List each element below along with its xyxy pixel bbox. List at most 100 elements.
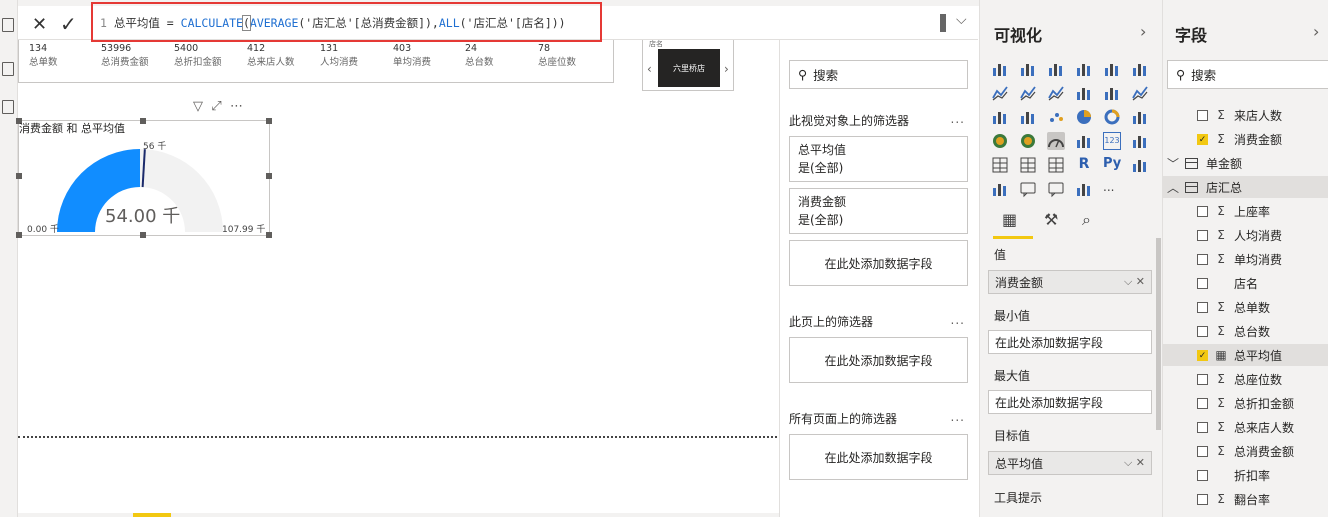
qa-visual-icon[interactable] (1019, 180, 1037, 198)
field-row[interactable]: ✓ Σ 消费金额 (1163, 128, 1328, 150)
filter-icon[interactable]: ▽ (193, 99, 203, 114)
field-checkbox[interactable] (1197, 301, 1208, 313)
filled-map-visual-icon[interactable] (1019, 132, 1037, 150)
python-visual-visual-icon[interactable]: Py (1103, 156, 1121, 174)
field-row[interactable]: Σ 总折扣金额 (1163, 392, 1328, 414)
min-well-dropzone[interactable]: 在此处添加数据字段 (988, 330, 1152, 354)
stacked-column-visual-icon[interactable] (1019, 60, 1037, 78)
field-row[interactable]: Σ 来店人数 (1163, 104, 1328, 126)
field-row[interactable]: Σ 总单数 (1163, 296, 1328, 318)
field-checkbox[interactable] (1197, 373, 1208, 385)
funnel-visual-icon[interactable] (1019, 108, 1037, 126)
field-checkbox[interactable] (1197, 421, 1208, 433)
value-well-field[interactable]: 消费金额 ⌵ ✕ (988, 270, 1152, 294)
field-row[interactable]: Σ 上座率 (1163, 200, 1328, 222)
field-checkbox[interactable] (1197, 229, 1208, 241)
field-checkbox[interactable] (1197, 277, 1208, 289)
field-checkbox[interactable] (1197, 109, 1208, 121)
add-field-dropzone[interactable]: 在此处添加数据字段 (789, 434, 968, 480)
field-table-row[interactable]: ﹀ 单金额 (1163, 152, 1328, 174)
ribbon-visual-icon[interactable] (1131, 84, 1149, 102)
field-row[interactable]: Σ 单均消费 (1163, 248, 1328, 270)
max-well-dropzone[interactable]: 在此处添加数据字段 (988, 390, 1152, 414)
commit-formula-icon[interactable]: ✓ (60, 12, 77, 36)
fields-tab-icon[interactable]: ▦ (1002, 210, 1017, 229)
matrix-visual-icon[interactable] (1047, 156, 1065, 174)
slicer-selected-item[interactable]: 六里桥店 (658, 49, 720, 87)
active-page-tab[interactable] (133, 513, 171, 517)
scatter-visual-icon[interactable] (1047, 108, 1065, 126)
slicer-visual-icon[interactable] (991, 156, 1009, 174)
field-checkbox[interactable] (1197, 205, 1208, 217)
stacked-bar-visual-icon[interactable] (991, 60, 1009, 78)
focus-mode-icon[interactable]: ⤢ (211, 99, 221, 114)
chevron-up-icon[interactable]: ︿ (1167, 179, 1181, 196)
field-checkbox[interactable] (1197, 325, 1208, 337)
field-checkbox[interactable] (1197, 445, 1208, 457)
field-row[interactable]: Σ 翻台率 (1163, 488, 1328, 510)
more-options-icon[interactable]: ... (951, 313, 965, 327)
report-view-icon[interactable] (2, 18, 14, 32)
chevron-down-icon[interactable]: ⌵ ✕ (1124, 456, 1145, 470)
field-row[interactable]: 折扣率 (1163, 464, 1328, 486)
add-field-dropzone[interactable]: 在此处添加数据字段 (789, 337, 968, 383)
filter-card[interactable]: 总平均值 是(全部) (789, 136, 968, 182)
field-row[interactable]: Σ 总台数 (1163, 320, 1328, 342)
data-view-icon[interactable] (2, 62, 14, 76)
more-options-icon[interactable]: ... (951, 112, 965, 126)
pie-visual-icon[interactable] (1075, 108, 1093, 126)
field-checkbox[interactable] (1197, 253, 1208, 265)
multi-card-visual[interactable]: 134 总单数 53996 总消费金额 5400 总折扣金额 412 总来店人数 131… (18, 40, 614, 83)
line-column-2-visual-icon[interactable] (1103, 84, 1121, 102)
cancel-formula-icon[interactable]: ✕ (32, 14, 47, 35)
gauge-visual-icon[interactable] (1047, 132, 1065, 150)
field-search-input[interactable]: ⚲ 搜索 (1167, 60, 1328, 89)
waterfall-visual-icon[interactable] (991, 108, 1009, 126)
pane-scrollbar[interactable] (1156, 238, 1161, 430)
chevron-left-icon[interactable]: ‹ (647, 62, 652, 76)
chevron-right-icon[interactable]: › (1140, 22, 1146, 41)
field-checkbox[interactable] (1197, 397, 1208, 409)
card-visual-icon[interactable] (1075, 132, 1093, 150)
field-checkbox[interactable] (1197, 493, 1208, 505)
key-influencers-visual-icon[interactable] (1131, 156, 1149, 174)
smart-narrative-visual-icon[interactable] (1047, 180, 1065, 198)
stacked-area-visual-icon[interactable] (1047, 84, 1065, 102)
field-row[interactable]: Σ 总座位数 (1163, 368, 1328, 390)
100-column-visual-icon[interactable] (1131, 60, 1149, 78)
decomp-tree-visual-icon[interactable] (991, 180, 1009, 198)
chevron-down-icon[interactable]: ⌵ (956, 12, 967, 28)
chevron-right-icon[interactable]: › (1313, 22, 1319, 41)
field-checkbox[interactable]: ✓ (1197, 349, 1208, 361)
chevron-right-icon[interactable]: › (724, 62, 729, 76)
kpi-visual-icon[interactable] (1131, 132, 1149, 150)
clustered-column-visual-icon[interactable] (1075, 60, 1093, 78)
area-visual-icon[interactable] (1019, 84, 1037, 102)
store-slicer[interactable]: 店名 ‹ 六里桥店 › (642, 38, 734, 91)
field-checkbox[interactable] (1197, 469, 1208, 481)
add-field-dropzone[interactable]: 在此处添加数据字段 (789, 240, 968, 286)
formula-scroll[interactable] (940, 14, 946, 32)
clustered-bar-visual-icon[interactable] (1047, 60, 1065, 78)
chevron-down-icon[interactable]: ﹀ (1167, 155, 1181, 172)
analytics-icon[interactable]: ⌕ (1082, 210, 1091, 230)
field-checkbox[interactable]: ✓ (1197, 133, 1208, 145)
paginated-visual-icon[interactable] (1075, 180, 1093, 198)
map-visual-icon[interactable] (991, 132, 1009, 150)
line-visual-icon[interactable] (991, 84, 1009, 102)
filter-search-input[interactable]: ⚲ 搜索 (789, 60, 968, 89)
more-options-icon[interactable]: ... (951, 410, 965, 424)
filter-card[interactable]: 消费金额 是(全部) (789, 188, 968, 234)
chevron-down-icon[interactable]: ⌵ ✕ (1124, 275, 1145, 289)
more-options-icon[interactable]: ⋯ (230, 99, 243, 114)
field-row[interactable]: Σ 总来店人数 (1163, 416, 1328, 438)
field-row[interactable]: Σ 人均消费 (1163, 224, 1328, 246)
field-table-row[interactable]: ︿ 店汇总 (1163, 176, 1328, 198)
table-visual-icon[interactable] (1019, 156, 1037, 174)
donut-visual-icon[interactable] (1103, 108, 1121, 126)
more-visual-icon[interactable]: ... (1103, 180, 1121, 198)
format-paint-icon[interactable]: ⚒ (1044, 210, 1058, 229)
line-column-visual-icon[interactable] (1075, 84, 1093, 102)
target-well-field[interactable]: 总平均值 ⌵ ✕ (988, 451, 1152, 475)
field-row[interactable]: 店名 (1163, 272, 1328, 294)
